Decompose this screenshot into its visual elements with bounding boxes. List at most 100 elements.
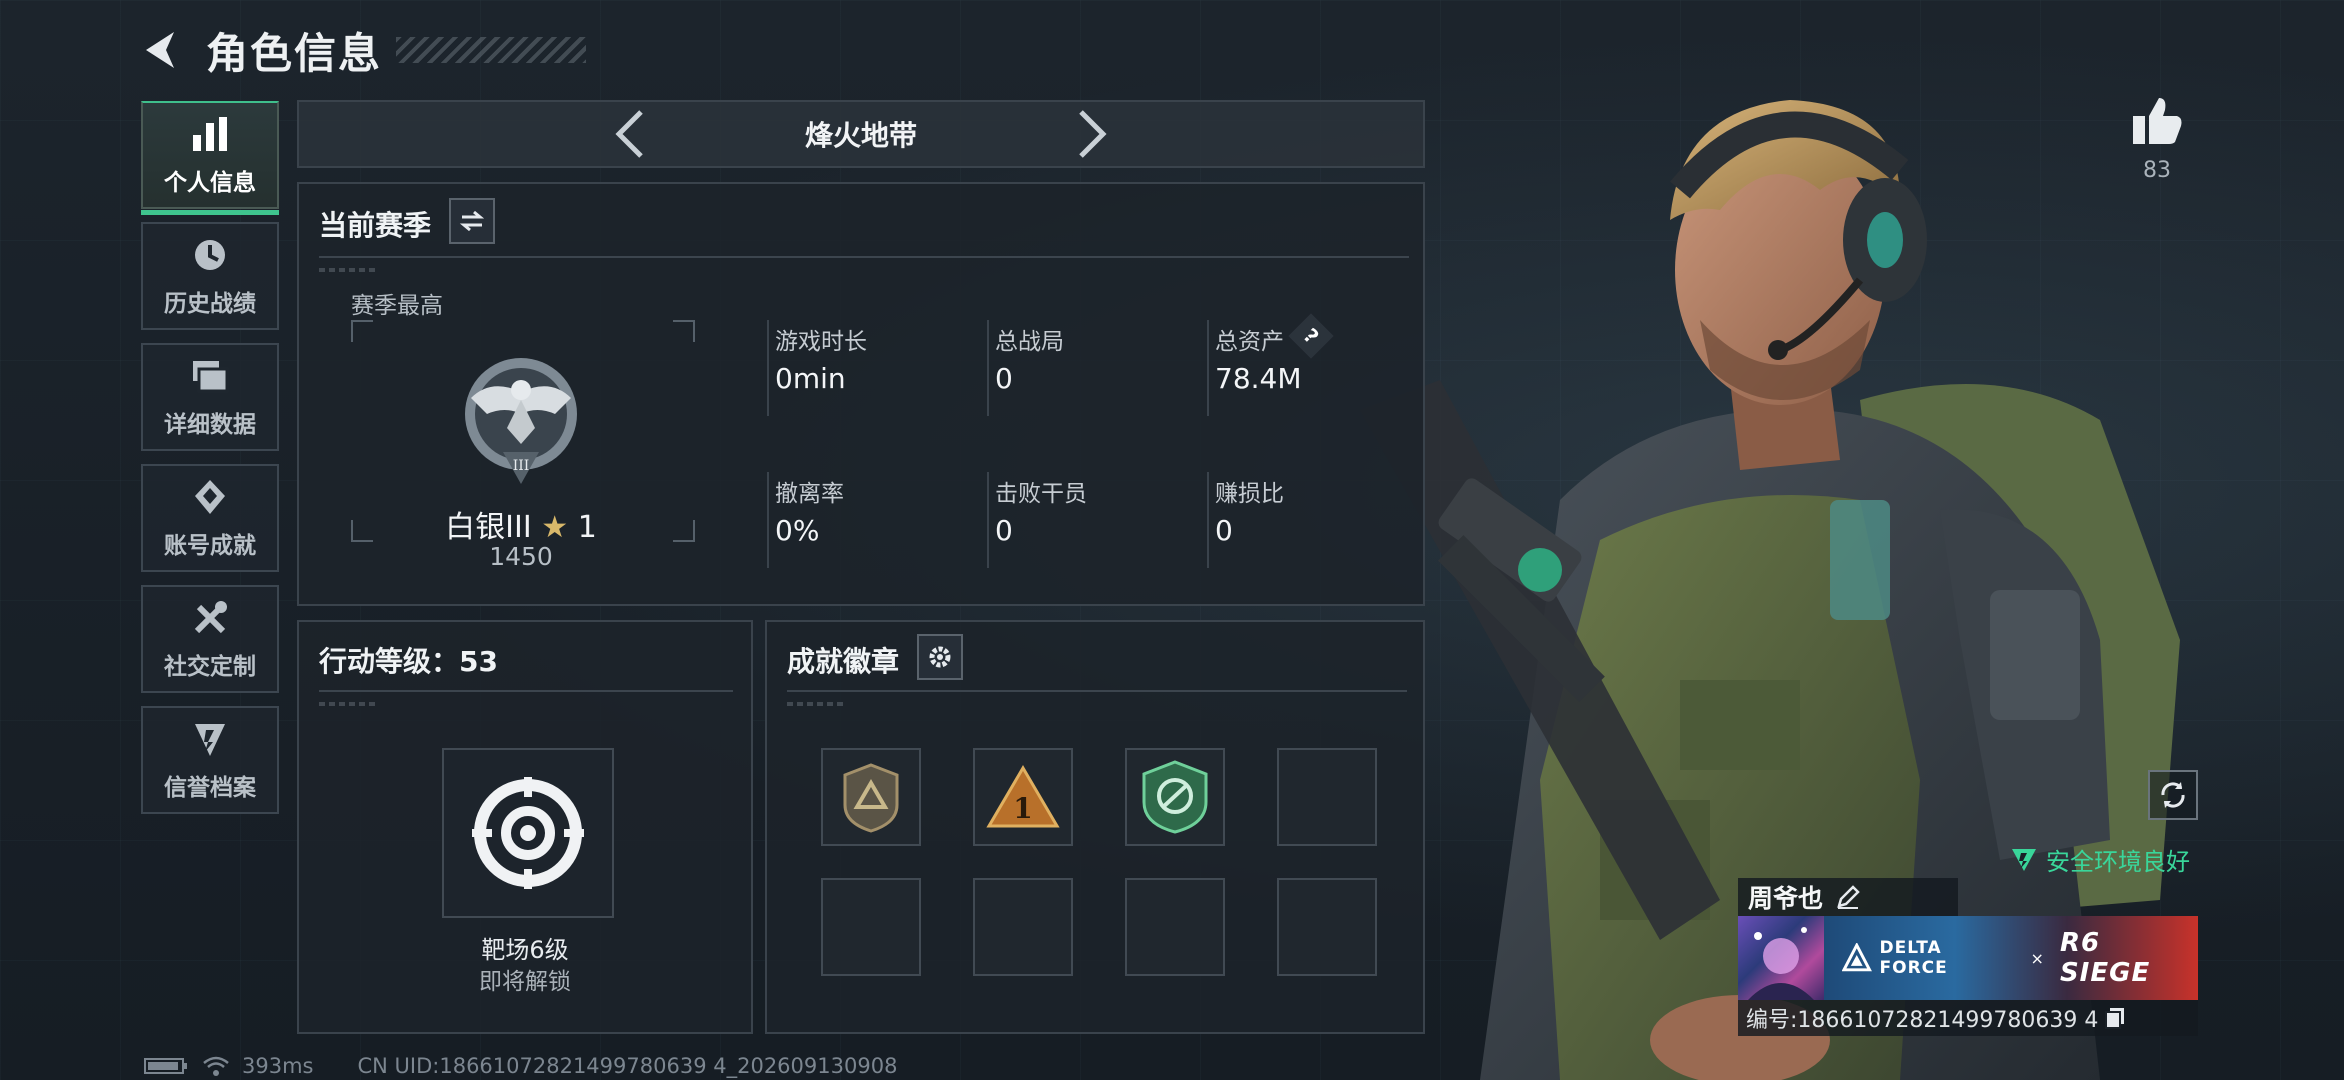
sidebar-item-label: 详细数据 (164, 412, 256, 438)
battery-icon (144, 1058, 187, 1074)
tools-icon (194, 601, 227, 634)
target-icon (472, 777, 584, 889)
wifi-icon (203, 1056, 229, 1076)
badge-slot-empty[interactable] (1277, 748, 1377, 846)
stat-label: 游戏时长 (775, 329, 867, 355)
frame-corner (673, 320, 695, 342)
stat-value: 0min (775, 362, 846, 395)
title-decoration (396, 37, 587, 63)
player-uid-row: 编号:18661072821499780639 4 (1738, 1000, 2198, 1036)
profile-banner[interactable]: DELTA FORCE × R6 SIEGE (1738, 916, 2198, 1000)
season-title: 当前赛季 (319, 209, 432, 242)
sidebar-item-social[interactable]: 社交定制 (141, 585, 279, 693)
collab-banner: DELTA FORCE × R6 SIEGE (1824, 916, 2198, 1000)
stat-label: 总战局 (995, 329, 1064, 355)
stat-value: 0 (995, 362, 1013, 395)
divider-decoration (319, 268, 379, 272)
avatar[interactable] (1738, 916, 1824, 1000)
collab-left-text: DELTA FORCE (1879, 938, 1948, 978)
chevron-right-icon[interactable] (1071, 108, 1111, 160)
page-header: 角色信息 (140, 22, 587, 78)
svg-text:1: 1 (1013, 792, 1032, 825)
rank-name-row: 白银III ★ 1 (359, 502, 683, 546)
delta-force-logo-icon (1842, 943, 1872, 972)
sidebar-item-reputation[interactable]: 信誉档案 (141, 706, 279, 814)
stat-label: 赚损比 (1215, 481, 1284, 507)
player-uid: 编号:18661072821499780639 4 (1746, 1008, 2099, 1033)
sidebar-item-detail-data[interactable]: 详细数据 (141, 343, 279, 451)
like-count: 83 (2143, 158, 2171, 183)
sidebar-item-label: 社交定制 (164, 654, 256, 680)
sidebar-item-history[interactable]: 历史战绩 (141, 222, 279, 330)
season-toggle-button[interactable] (449, 198, 495, 244)
sidebar-item-label: 个人信息 (164, 170, 256, 196)
sidebar-item-achievements[interactable]: 账号成就 (141, 464, 279, 572)
stat-label: 撤离率 (775, 481, 844, 507)
history-clock-icon (195, 240, 225, 270)
player-name-row: 周爷也 (1738, 878, 1958, 916)
sidebar-item-label: 账号成就 (164, 533, 256, 559)
frame-corner (351, 320, 373, 342)
stat-separator (1207, 472, 1209, 568)
rotate-icon (2161, 782, 2185, 808)
rank-stars: 1 (577, 510, 597, 545)
badge-slot[interactable]: 1 (973, 748, 1073, 846)
rank-name: 白银III (445, 510, 532, 545)
badge-slot[interactable] (1125, 748, 1225, 846)
footer-uid: CN UID:18661072821499780639 4_2026091309… (357, 1054, 898, 1078)
achievement-title: 成就徽章 (787, 645, 900, 678)
edit-pencil-icon[interactable] (1835, 884, 1861, 910)
achievement-panel: 成就徽章 1 (765, 620, 1425, 1034)
like-widget[interactable]: 83 (2130, 96, 2184, 183)
badge-slot-empty[interactable] (973, 878, 1073, 976)
achievement-settings-button[interactable] (917, 634, 963, 680)
ping-text: 393ms (242, 1054, 314, 1078)
badge-slot[interactable] (821, 748, 921, 846)
stat-label: 总资产 (1215, 329, 1284, 355)
sidebar-item-personal-info[interactable]: 个人信息 (141, 101, 279, 215)
stat-separator (987, 320, 989, 416)
reputation-shield-icon (195, 724, 225, 756)
avatar-art (1748, 927, 1814, 1000)
safety-status: 安全环境良好 (2010, 842, 2190, 877)
sidebar-item-label: 信誉档案 (164, 775, 256, 801)
help-icon[interactable]: ? (1288, 313, 1334, 359)
season-divider (319, 256, 1409, 258)
collab-right-text: R6 SIEGE (2059, 928, 2151, 988)
badge-shield-icon (843, 763, 899, 833)
stat-separator (987, 472, 989, 568)
divider-decoration (319, 702, 379, 706)
rank-points: 1450 (489, 542, 553, 571)
stat-value: 0 (1215, 514, 1233, 547)
action-level-divider (319, 690, 733, 692)
page-title: 角色信息 (206, 28, 383, 78)
thumbs-up-icon[interactable] (2131, 96, 2183, 146)
shooting-range-card[interactable] (442, 748, 614, 918)
rank-emblem-icon: III (465, 358, 577, 484)
stat-value: 78.4M (1215, 362, 1302, 395)
collab-x-text: × (2030, 948, 2044, 968)
star-icon: ★ (541, 510, 569, 545)
player-name: 周爷也 (1748, 884, 1824, 913)
chevron-left-icon[interactable] (611, 108, 651, 160)
safe-shield-icon (2012, 848, 2036, 871)
badge-slot-empty[interactable] (821, 878, 921, 976)
stat-separator (767, 320, 769, 416)
badge-slot-empty[interactable] (1277, 878, 1377, 976)
achievement-divider (787, 690, 1407, 692)
mode-switcher: 烽火地带 (297, 100, 1425, 168)
stat-label: 击败干员 (995, 481, 1087, 507)
rank-emblem-numeral: III (513, 458, 530, 474)
sidebar-item-label: 历史战绩 (164, 291, 256, 317)
copy-icon[interactable] (2104, 1006, 2126, 1030)
back-arrow-icon[interactable] (140, 28, 184, 72)
badge-triangle-icon: 1 (986, 765, 1060, 828)
level-item-status: 即将解锁 (479, 969, 571, 995)
action-level-panel: 行动等级：53 靶场6级 即将解锁 (297, 620, 753, 1034)
player-card: 周爷也 DELTA FORCE × R6 SIEGE 编号:1866107282… (1738, 878, 2198, 1036)
badge-green-emblem-icon (1142, 760, 1208, 834)
status-footer: 393ms CN UID:18661072821499780639 4_2026… (144, 1054, 897, 1078)
badge-slot-empty[interactable] (1125, 878, 1225, 976)
stat-separator (767, 472, 769, 568)
rotate-button[interactable] (2148, 770, 2198, 820)
